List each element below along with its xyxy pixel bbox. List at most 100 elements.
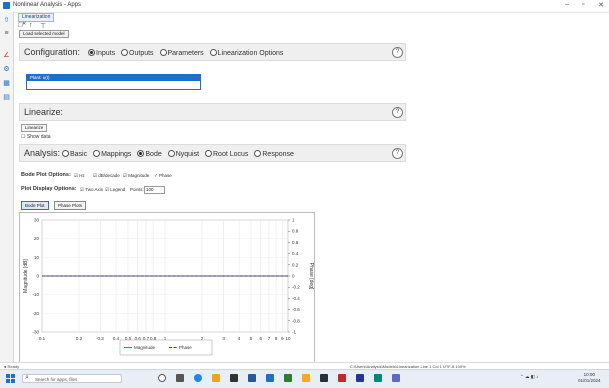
y-right-tick-label: 0.2 [292,262,299,267]
radio-label: Outputs [129,50,154,57]
plot-icon[interactable]: ∠ [3,52,10,59]
radio-outputs[interactable]: Outputs [121,49,154,57]
excel-icon[interactable] [284,374,292,382]
y-left-tick-label: -30 [32,330,39,335]
x-tick-label: 8 [275,336,278,341]
menu-icon[interactable]: ≡ [3,30,10,37]
analysis-section: Analysis: Basic Mappings Bode Nyquist Ro… [19,144,406,162]
upload-icon[interactable]: ⇧ [3,17,10,24]
y-left-tick-label: 20 [34,236,40,241]
download-icon[interactable]: ⊤ [40,22,46,30]
radio-nyquist[interactable]: Nyquist [167,150,200,158]
taskbar-search-input[interactable]: Search for apps, files [22,374,122,383]
radio-label: Response [262,151,294,158]
db-decade-checkbox[interactable]: ☑ dB/decade [93,173,120,179]
y-right-tick-label: 1 [292,218,295,223]
configuration-help-icon[interactable]: ? [392,47,403,58]
terminal-icon[interactable] [320,374,328,382]
radio-dot [88,49,95,56]
hz-label: Hz [79,173,85,178]
radio-basic[interactable]: Basic [62,150,87,158]
grid-icon[interactable]: ▦ [3,80,10,87]
radio-mappings[interactable]: Mappings [93,150,131,158]
radio-linearization-options[interactable]: Linearization Options [209,49,283,57]
radio-response[interactable]: Response [254,150,294,158]
phase-checkbox[interactable]: ✓ Phase [154,173,172,179]
tab-bode-plot[interactable]: Bode Plot [21,201,49,210]
hz-checkbox[interactable]: ☑ Hz [74,173,85,179]
y-right-tick-label: -0.6 [292,307,300,312]
left-toolbar: ⇧ ≡ ∠ ⚙ ▦ ▤ [0,12,14,368]
radio-inputs[interactable]: Inputs [88,49,115,57]
show-data-label: Show data [26,134,51,140]
linearize-section: Linearize: ? [19,103,406,121]
load-model-button[interactable]: Load selected model [19,30,69,38]
store-icon[interactable] [230,374,238,382]
app-icon-13[interactable] [374,374,382,382]
word-icon[interactable] [248,374,256,382]
radio-label: Parameters [167,50,204,57]
linearize-title: Linearize: [24,107,64,117]
model-icon[interactable]: ⚙ [3,66,10,73]
app-icon-12[interactable] [356,374,364,382]
tab-phase-plots[interactable]: Phase Plots [54,201,87,210]
phase-label: Phase [159,173,172,178]
report-icon[interactable]: ▤ [3,94,10,101]
app-icon-14[interactable] [392,374,400,382]
radio-label: Nyquist [175,151,200,158]
maximize-button[interactable]: ▫ [582,1,584,8]
new-icon[interactable]: □ [18,22,22,29]
points-input[interactable]: 100 [144,186,165,194]
configuration-title: Configuration: [24,47,81,57]
inputs-list[interactable]: Plant: u(t) [26,74,201,90]
explorer-icon[interactable] [212,374,220,382]
y-right-tick-label: 0.4 [292,251,299,256]
analysis-help-icon[interactable]: ? [392,148,403,159]
minimize-button[interactable]: – [565,1,569,8]
edge-icon[interactable] [194,374,202,382]
clock[interactable]: 10:00 01/01/2024 [578,372,601,384]
linearize-help-icon[interactable]: ? [392,107,403,118]
legend-label: Legend [110,187,126,192]
title-bar: Nonlinear Analysis - Apps – ▫ ✕ [0,0,609,13]
notes-icon[interactable] [302,374,310,382]
task-view-icon[interactable] [176,374,184,382]
upload-icon[interactable]: ↑ [29,22,33,29]
show-data-checkbox[interactable]: ☐ Show data [21,134,51,140]
cortana-icon[interactable] [158,374,166,382]
radio-dot [93,150,101,157]
y-right-tick-label: -0.2 [292,285,300,290]
radio-bode[interactable]: Bode [137,150,162,158]
two-axis-checkbox[interactable]: ☑ Two Axis [80,187,103,193]
x-tick-label: 4 [238,336,241,341]
inputs-list-item[interactable]: Plant: u(t) [27,75,200,81]
y-right-tick-label: -1 [292,330,296,335]
radio-parameters[interactable]: Parameters [159,49,204,57]
configuration-section: Configuration: Inputs Outputs Parameters… [19,43,406,61]
matlab-icon[interactable] [338,374,346,382]
radio-root-locus[interactable]: Root Locus [205,150,248,158]
close-button[interactable]: ✕ [598,1,604,9]
legend-checkbox[interactable]: ☑ Legend [105,187,125,193]
radio-dot [167,150,175,157]
tab-linearization[interactable]: Linearization ✕ [18,13,55,27]
clock-date: 01/01/2024 [578,378,601,383]
x-tick-label: 6 [259,336,262,341]
system-tray-icons[interactable]: ⌃ ☁ ◧ ♪ [520,374,539,380]
analysis-radio-group: Basic Mappings Bode Nyquist Root Locus R… [62,150,298,158]
x-tick-label: 0.1 [39,336,46,341]
mail-icon[interactable] [266,374,274,382]
y-right-tick-label: -0.8 [292,318,300,323]
y-left-tick-label: 10 [34,255,40,260]
magnitude-checkbox[interactable]: ☑ Magnitude [123,173,149,179]
bode-options-label: Bode Plot Options: [21,172,71,178]
linearize-button[interactable]: Linearize [21,124,48,132]
window-title: Nonlinear Analysis - Apps [13,2,82,8]
radio-dot [137,150,145,157]
plot-display-options-label: Plot Display Options: [21,186,77,192]
x-tick-label: 9 [281,336,284,341]
two-axis-label: Two Axis [85,187,103,192]
windows-start-icon[interactable] [6,374,15,383]
x-tick-label: 10 [285,336,291,341]
y-right-tick-label: 0 [292,274,295,279]
